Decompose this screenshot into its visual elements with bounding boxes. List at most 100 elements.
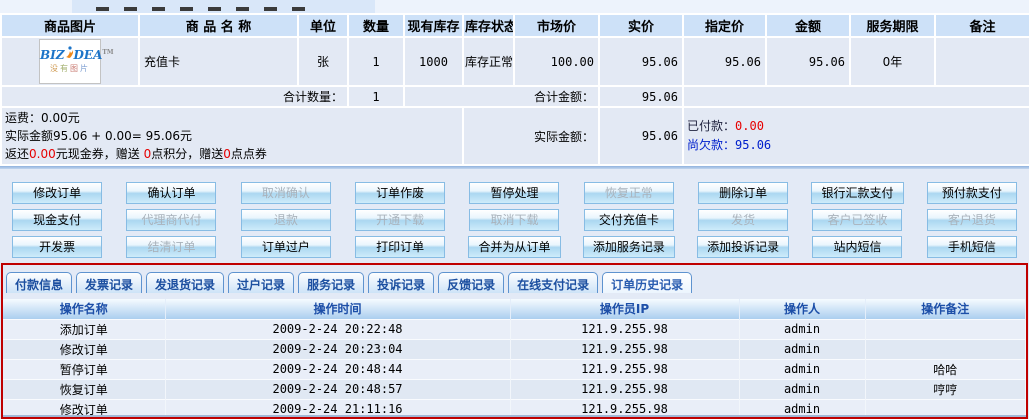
history-remark xyxy=(865,319,1026,339)
record-tab[interactable]: 过户记录 xyxy=(228,272,294,293)
history-operation-time: 2009-2-24 20:48:44 xyxy=(165,359,510,379)
text-segment: 返还 xyxy=(5,147,29,161)
action-button[interactable]: 手机短信 xyxy=(927,236,1017,258)
action-button[interactable]: 结清订单 xyxy=(126,236,216,258)
action-button[interactable]: 开发票 xyxy=(12,236,102,258)
history-row: 恢复订单 2009-2-24 20:48:57 121.9.255.98 adm… xyxy=(3,379,1026,399)
record-tab[interactable]: 服务记录 xyxy=(298,272,364,293)
product-amount-cell: 95.06 xyxy=(766,37,850,86)
logo-caption-char: 有 xyxy=(60,64,70,73)
col-header-stock-status: 库存状态 xyxy=(463,14,514,37)
paid-amount-line: 已付款：0.00 xyxy=(687,117,1028,136)
action-button[interactable]: 订单作废 xyxy=(355,182,445,204)
product-table: 商品图片 商 品 名 称 单位 数量 现有库存 库存状态 市场价 实价 指定价 … xyxy=(0,13,1029,166)
record-tab[interactable]: 投诉记录 xyxy=(368,272,434,293)
product-image-cell: BIZ DEATM 没有图片 xyxy=(1,37,139,86)
record-tab[interactable]: 发退货记录 xyxy=(146,272,224,293)
order-history-table: 操作名称 操作时间 操作员IP 操作人 操作备注 添加订单 2009-2-24 … xyxy=(3,299,1026,419)
logo-no-image-caption: 没有图片 xyxy=(40,62,100,76)
action-button[interactable]: 退款 xyxy=(241,209,331,231)
history-header-row: 操作名称 操作时间 操作员IP 操作人 操作备注 xyxy=(3,299,1026,319)
history-operator-ip: 121.9.255.98 xyxy=(510,359,739,379)
action-button[interactable]: 合并为从订单 xyxy=(468,236,560,258)
action-button[interactable]: 客户已签收 xyxy=(812,209,902,231)
action-button[interactable]: 取消下载 xyxy=(469,209,559,231)
logo-biz-text: BIZ xyxy=(40,48,65,62)
history-row: 添加订单 2009-2-24 20:22:48 121.9.255.98 adm… xyxy=(3,319,1026,339)
product-stock-status-cell: 库存正常 xyxy=(463,37,514,86)
shipping-fee-line: 运费：0.00元 xyxy=(5,109,461,127)
text-segment: 运费：0.00元 xyxy=(5,111,80,125)
product-market-price-cell: 100.00 xyxy=(514,37,599,86)
bizidea-logo: BIZDEATM 没有图片 xyxy=(39,39,101,84)
product-designated-price-cell: 95.06 xyxy=(683,37,766,86)
action-button[interactable]: 暂停处理 xyxy=(469,182,559,204)
action-button[interactable]: 站内短信 xyxy=(812,236,902,258)
col-header-stock: 现有库存 xyxy=(404,14,463,37)
product-actual-price-cell: 95.06 xyxy=(599,37,683,86)
action-button[interactable]: 确认订单 xyxy=(126,182,216,204)
product-quantity-cell: 1 xyxy=(348,37,404,86)
action-button[interactable]: 取消确认 xyxy=(241,182,331,204)
action-button[interactable]: 交付充值卡 xyxy=(584,209,674,231)
text-segment: 点点券 xyxy=(231,147,267,161)
product-unit-cell: 张 xyxy=(298,37,348,86)
action-button[interactable]: 恢复正常 xyxy=(584,182,674,204)
owed-amount-line: 尚欠款：95.06 xyxy=(687,136,1028,155)
history-operation-time: 2009-2-24 20:48:57 xyxy=(165,379,510,399)
col-header-remark: 备注 xyxy=(935,14,1029,37)
history-col-operation-time: 操作时间 xyxy=(165,299,510,319)
top-strip xyxy=(0,0,1029,13)
history-operator: admin xyxy=(739,319,865,339)
product-name-cell: 充值卡 xyxy=(139,37,298,86)
logo-dea-text: DEA xyxy=(74,48,103,62)
col-header-market-price: 市场价 xyxy=(514,14,599,37)
owed-value: 95.06 xyxy=(735,138,771,152)
action-button[interactable]: 添加投诉记录 xyxy=(697,236,789,258)
record-tab[interactable]: 在线支付记录 xyxy=(508,272,598,293)
action-button[interactable]: 客户退货 xyxy=(927,209,1017,231)
action-button[interactable]: 预付款支付 xyxy=(927,182,1017,204)
logo-wordmark: BIZDEATM xyxy=(40,46,100,62)
clipped-header-tab xyxy=(72,0,375,13)
history-operator-ip: 121.9.255.98 xyxy=(510,319,739,339)
history-remark: 哼哼 xyxy=(865,379,1026,399)
action-button[interactable]: 发货 xyxy=(698,209,788,231)
history-operator: admin xyxy=(739,339,865,359)
record-tab[interactable]: 付款信息 xyxy=(6,272,72,293)
history-operation-name: 修改订单 xyxy=(3,339,165,359)
action-button[interactable]: 删除订单 xyxy=(698,182,788,204)
rebate-line: 返还0.00元现金券，赠送 0点积分，赠送0点点券 xyxy=(5,145,461,163)
history-remark: 哈哈 xyxy=(865,359,1026,379)
action-buttons-area: 修改订单 确认订单 取消确认 订单作废 暂停处理 恢复正常 删除订单 银行汇款支付 预付款支付现… xyxy=(0,169,1029,258)
action-button[interactable]: 银行汇款支付 xyxy=(811,182,903,204)
order-summary-row: 运费：0.00元 实际金额95.06 + 0.00= 95.06元 返还0.00… xyxy=(1,107,1029,165)
action-button[interactable]: 订单过户 xyxy=(241,236,331,258)
product-service-period-cell: 0年 xyxy=(850,37,935,86)
product-row: BIZ DEATM 没有图片 充值卡 张 1 1000 库存正常 100.00 9… xyxy=(1,37,1029,86)
order-records-panel: 付款信息发票记录发退货记录过户记录服务记录投诉记录反馈记录在线支付记录订单历史记… xyxy=(1,263,1028,419)
action-button[interactable]: 现金支付 xyxy=(12,209,102,231)
action-button[interactable]: 添加服务记录 xyxy=(583,236,675,258)
record-tabs: 付款信息发票记录发退货记录过户记录服务记录投诉记录反馈记录在线支付记录订单历史记… xyxy=(3,272,1026,293)
col-header-product-name: 商 品 名 称 xyxy=(139,14,298,37)
text-segment: 元现金券，赠送 xyxy=(56,147,144,161)
logo-tm-text: TM xyxy=(102,49,113,56)
actual-amount-formula-line: 实际金额95.06 + 0.00= 95.06元 xyxy=(5,127,461,145)
history-operator: admin xyxy=(739,379,865,399)
history-row: 修改订单 2009-2-24 20:23:04 121.9.255.98 adm… xyxy=(3,339,1026,359)
product-stock-cell: 1000 xyxy=(404,37,463,86)
history-operation-name: 添加订单 xyxy=(3,319,165,339)
history-operator: admin xyxy=(739,359,865,379)
action-buttons-grid: 修改订单 确认订单 取消确认 订单作废 暂停处理 恢复正常 删除订单 银行汇款支付 预付款支付现… xyxy=(0,182,1029,258)
logo-caption-char: 片 xyxy=(80,64,90,73)
col-header-unit: 单位 xyxy=(298,14,348,37)
record-tab[interactable]: 发票记录 xyxy=(76,272,142,293)
total-amount-value: 95.06 xyxy=(599,86,683,107)
action-button[interactable]: 修改订单 xyxy=(12,182,102,204)
action-button[interactable]: 开通下载 xyxy=(355,209,445,231)
action-button[interactable]: 代理商代付 xyxy=(126,209,216,231)
action-button[interactable]: 打印订单 xyxy=(355,236,445,258)
record-tab[interactable]: 订单历史记录 xyxy=(602,272,692,293)
record-tab[interactable]: 反馈记录 xyxy=(438,272,504,293)
